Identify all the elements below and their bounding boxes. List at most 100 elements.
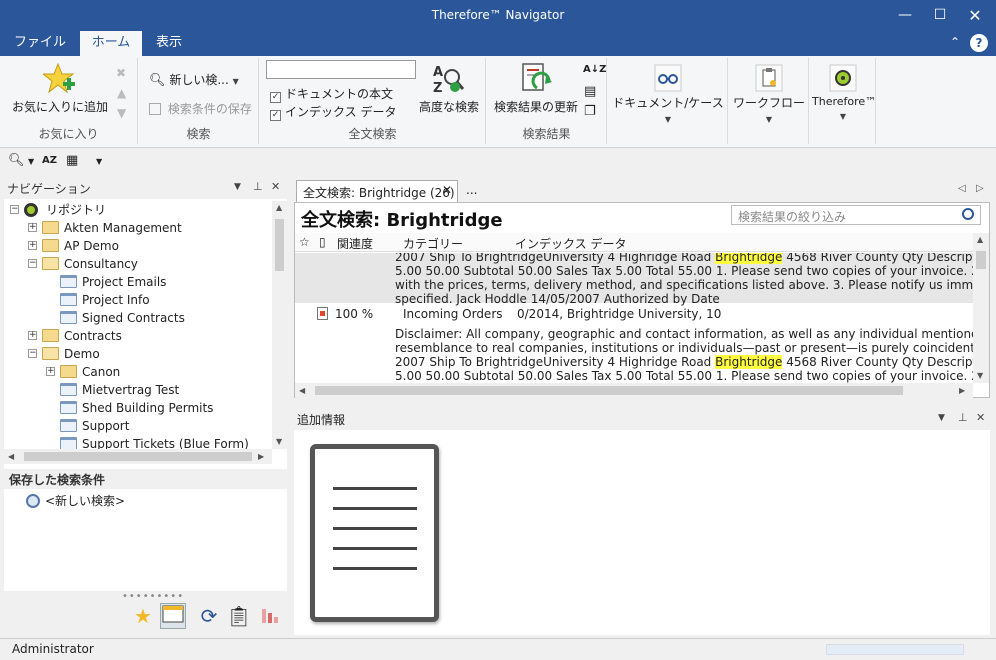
tab-file[interactable]: ファイル: [5, 31, 75, 56]
close-button[interactable]: ✕: [958, 0, 992, 31]
column-category[interactable]: カテゴリー: [403, 235, 463, 252]
sort-icon[interactable]: A↓Z: [583, 64, 606, 75]
resize-grip[interactable]: •••••••••: [122, 591, 184, 602]
results-horizontal-scrollbar[interactable]: ◀ ▶: [295, 383, 973, 398]
filter-results-input[interactable]: 検索結果の絞り込み: [731, 205, 981, 225]
collapse-icon[interactable]: −: [28, 259, 37, 268]
close-icon[interactable]: ✕: [271, 180, 280, 193]
collapse-icon[interactable]: −: [10, 205, 19, 214]
customize-toolbar-icon[interactable]: ▼: [96, 157, 102, 166]
search-icon[interactable]: 🔍︎: [8, 153, 25, 168]
doc-body-label: ドキュメントの本文: [285, 87, 394, 101]
search-term-highlight: Brightridge: [715, 355, 783, 369]
quick-access-toolbar: 🔍︎ ▼ AZ ▦ ▼: [0, 149, 996, 174]
maximize-button[interactable]: ☐: [923, 0, 957, 31]
tree-item[interactable]: Shed Building Permits: [4, 399, 272, 417]
reports-chart-icon[interactable]: [258, 603, 284, 629]
expand-icon[interactable]: +: [28, 241, 37, 250]
print-icon[interactable]: ▤: [584, 84, 596, 99]
doc-body-checkbox[interactable]: ✓ ドキュメントの本文: [270, 85, 393, 103]
tree-item[interactable]: Support: [4, 417, 272, 435]
clipboard-icon[interactable]: 📋︎: [226, 603, 252, 629]
sort-icon[interactable]: AZ: [42, 155, 57, 166]
tab-view[interactable]: 表示: [143, 31, 195, 56]
save-criteria-button[interactable]: 検索条件の保存: [149, 100, 252, 117]
workflow-cycle-icon[interactable]: ⟳: [196, 603, 222, 629]
snippet-text: 2007 Ship To BrightridgeUniversity 4 Hig…: [395, 253, 716, 264]
tree-item[interactable]: − Demo: [4, 345, 272, 363]
favorites-star-icon[interactable]: ★: [130, 603, 156, 629]
tree-item[interactable]: Signed Contracts: [4, 309, 272, 327]
favorite-column-icon[interactable]: ☆: [299, 235, 310, 249]
results-grid-header: ☆ ▯ 関連度 カテゴリー インデックス データ: [295, 233, 973, 252]
folder-icon: [42, 221, 59, 234]
index-data-checkbox[interactable]: ✓ インデックス データ: [270, 103, 396, 121]
close-icon[interactable]: ✕: [976, 411, 985, 424]
repository-window-icon[interactable]: [160, 603, 186, 629]
more-tabs-button[interactable]: ...: [466, 183, 477, 197]
tree-horizontal-scrollbar[interactable]: ◀ ▶: [4, 449, 272, 464]
column-index-data[interactable]: インデックス データ: [515, 235, 626, 252]
workflow-button[interactable]: ワークフロー ▼: [731, 64, 807, 125]
category-icon: [60, 383, 77, 396]
tree-item[interactable]: − リポジトリ: [4, 201, 272, 219]
collapse-icon[interactable]: −: [28, 349, 37, 358]
tree-item[interactable]: Project Emails: [4, 273, 272, 291]
tab-next-icon[interactable]: ▷: [976, 183, 984, 194]
tree-item[interactable]: + Contracts: [4, 327, 272, 345]
saved-search-item[interactable]: <新しい検索>: [26, 492, 125, 509]
expand-icon[interactable]: +: [28, 223, 37, 232]
document-add-icon[interactable]: ▦: [66, 153, 78, 168]
results-grid: 2007 Ship To BrightridgeUniversity 4 Hig…: [295, 253, 973, 383]
tree-item-label: Signed Contracts: [82, 311, 185, 325]
tab-fulltext-search[interactable]: 全文検索: Brightridge (26) ✕: [296, 180, 458, 202]
therefore-button[interactable]: Therefore™ ▼: [812, 64, 876, 122]
saved-search-icon: [26, 494, 40, 508]
copy-icon[interactable]: ❐: [584, 104, 596, 119]
new-search-button[interactable]: 🔍︎ 新しい検... ▼: [149, 71, 239, 88]
tree-item[interactable]: + Akten Management: [4, 219, 272, 237]
save-icon: [149, 103, 161, 115]
tree-item[interactable]: + AP Demo: [4, 237, 272, 255]
move-up-icon[interactable]: ▲: [117, 86, 126, 100]
snippet-text: resemblance to real companies, instituti…: [395, 341, 973, 355]
repository-icon: [24, 203, 38, 217]
group-label-favorites: お気に入り: [38, 127, 99, 141]
refresh-results-button[interactable]: 検索結果の更新: [493, 62, 579, 115]
advanced-search-button[interactable]: A Z 高度な検索: [414, 62, 484, 115]
result-snippet-line: specified. Jack Hoddle 14/05/2007 Author…: [395, 292, 973, 306]
remove-favorite-icon[interactable]: ✖: [116, 66, 126, 80]
pin-icon[interactable]: ⊥: [253, 180, 263, 193]
saved-search-label: <新しい検索>: [45, 494, 126, 508]
pin-icon[interactable]: ⊥: [958, 411, 968, 424]
doc-case-button[interactable]: ドキュメント/ケース ▼: [610, 64, 726, 125]
results-vertical-scrollbar[interactable]: ▲ ▼: [973, 233, 989, 383]
help-icon[interactable]: ?: [970, 34, 988, 52]
result-snippet-line: 5.00 50.00 Subtotal 50.00 Sales Tax 5.00…: [395, 264, 973, 278]
checkbox-checked-icon: ✓: [270, 110, 281, 121]
collapse-ribbon-icon[interactable]: ⌃: [950, 35, 960, 49]
pane-menu-icon[interactable]: ▼: [938, 413, 945, 423]
minimize-button[interactable]: —: [888, 0, 922, 31]
chevron-down-icon[interactable]: ▼: [28, 157, 34, 166]
tree-item[interactable]: + Canon: [4, 363, 272, 381]
tree-item[interactable]: Mietvertrag Test: [4, 381, 272, 399]
folder-icon: [42, 329, 59, 342]
folder-open-icon: [42, 347, 59, 360]
tab-home[interactable]: ホーム: [80, 31, 142, 56]
fulltext-search-input[interactable]: [266, 60, 416, 79]
tree-vertical-scrollbar[interactable]: ▲ ▼: [272, 201, 287, 449]
expand-icon[interactable]: +: [28, 331, 37, 340]
column-relevance[interactable]: 関連度: [337, 235, 373, 252]
tab-prev-icon[interactable]: ◁: [958, 183, 966, 194]
tree-item[interactable]: − Consultancy: [4, 255, 272, 273]
add-favorite-button[interactable]: お気に入りに追加: [8, 62, 112, 115]
tree-item[interactable]: Project Info: [4, 291, 272, 309]
close-tab-icon[interactable]: ✕: [442, 183, 452, 197]
svg-text:Z: Z: [433, 81, 442, 96]
move-down-icon[interactable]: ▼: [117, 106, 126, 120]
expand-icon[interactable]: +: [46, 367, 55, 376]
document-column-icon[interactable]: ▯: [319, 235, 326, 249]
pane-menu-icon[interactable]: ▼: [234, 182, 241, 192]
chevron-down-icon: ▼: [232, 77, 239, 86]
